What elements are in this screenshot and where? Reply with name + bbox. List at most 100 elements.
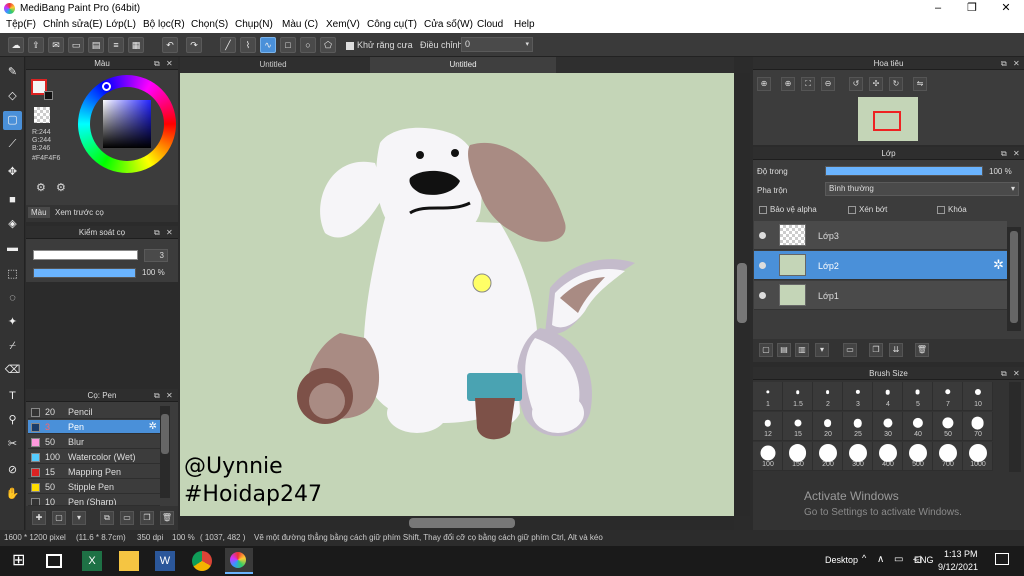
chevron-up-icon[interactable]: ^ <box>862 553 866 563</box>
canvas-vertical-scrollbar[interactable] <box>734 73 750 516</box>
menu-edit[interactable]: Chỉnh sửa(E) <box>43 19 103 30</box>
duplicate-layer-icon[interactable]: ❐ <box>869 343 883 357</box>
menu-layer[interactable]: Lớp(L) <box>106 19 136 30</box>
brush-size-option[interactable]: 1 <box>753 382 783 411</box>
brush-size-scrollbar[interactable] <box>1009 382 1021 472</box>
visibility-icon[interactable] <box>759 292 766 299</box>
cloud-icon[interactable]: ☁ <box>8 37 24 53</box>
drawing-canvas[interactable]: @Uynnie #Hoidap247 <box>180 73 734 516</box>
list-icon[interactable]: ≡ <box>108 37 124 53</box>
close-icon[interactable]: ✕ <box>1013 57 1020 70</box>
ellipse-tool-icon[interactable]: ○ <box>300 37 316 53</box>
hand-tool-icon[interactable]: ✋ <box>3 485 22 504</box>
brush-item[interactable]: 50 Blur <box>28 435 160 449</box>
brush-size-option[interactable]: 25 <box>843 412 873 441</box>
fit-screen-icon[interactable]: ✣ <box>869 77 883 91</box>
gradient-tool-icon[interactable]: ▬ <box>3 239 22 258</box>
brush-size-option[interactable]: 10 <box>963 382 993 411</box>
file-explorer-icon[interactable] <box>119 551 139 571</box>
menu-cloud[interactable]: Cloud <box>477 19 503 30</box>
lock-checkbox[interactable] <box>937 205 945 214</box>
undock-icon[interactable]: ⧉ <box>1001 57 1007 70</box>
brush-size-option[interactable]: 3 <box>843 382 873 411</box>
hue-wheel[interactable] <box>78 75 176 173</box>
redo-icon[interactable]: ↷ <box>186 37 202 53</box>
undock-icon[interactable]: ⧉ <box>154 226 160 239</box>
new-layer-icon[interactable]: ▢ <box>759 343 773 357</box>
brush-size-option[interactable]: 20 <box>813 412 843 441</box>
transparent-swatch[interactable] <box>34 107 50 123</box>
menu-file[interactable]: Tệp(F) <box>6 19 36 30</box>
canvas-horizontal-scrollbar[interactable] <box>180 516 734 530</box>
eraser-tool-icon[interactable]: ◇ <box>3 87 22 106</box>
undock-icon[interactable]: ⧉ <box>1001 367 1007 380</box>
task-view-icon[interactable] <box>46 554 62 568</box>
chat-icon[interactable]: ▭ <box>68 37 84 53</box>
lasso-tool-icon[interactable]: ◌ <box>3 289 22 308</box>
brush-item-selected[interactable]: 3 Pen ✲ <box>28 420 160 434</box>
polyline-tool-icon[interactable]: ⌇ <box>240 37 256 53</box>
zoom-minus-icon[interactable]: ⊖ <box>821 77 835 91</box>
brush-size-input[interactable]: 3 <box>144 249 168 262</box>
rotate-left-icon[interactable]: ↺ <box>849 77 863 91</box>
brush-size-option[interactable]: 7 <box>933 382 963 411</box>
brush-size-option[interactable]: 150 <box>783 442 813 471</box>
layer-row-2[interactable]: Lớp2 ✲ <box>754 251 1007 280</box>
brush-size-option[interactable]: 50 <box>933 412 963 441</box>
magic-wand-tool-icon[interactable]: ✦ <box>3 313 22 332</box>
antialias-checkbox[interactable] <box>346 41 354 50</box>
maximize-button[interactable]: ❐ <box>955 0 989 17</box>
menu-select[interactable]: Chọn(S) <box>191 19 228 30</box>
color-settings-icon[interactable]: ⚙ <box>56 181 66 194</box>
tab-untitled-1[interactable]: Untitled <box>180 57 366 73</box>
delete-icon[interactable]: 🗑 <box>160 511 174 525</box>
select-pen-tool-icon[interactable]: ⌿ <box>3 337 22 356</box>
select-rect-tool-icon[interactable]: ⬚ <box>3 265 22 284</box>
menu-help[interactable]: Help <box>514 19 535 30</box>
brush-size-option[interactable]: 15 <box>783 412 813 441</box>
line-tool-icon[interactable]: ╱ <box>220 37 236 53</box>
curve-tool-icon[interactable]: ∿ <box>260 37 276 53</box>
brush-size-option[interactable]: 700 <box>933 442 963 471</box>
blend-mode-dropdown[interactable]: Bình thường ▾ <box>825 182 1019 196</box>
adjust-dropdown[interactable]: 0 ▾ <box>461 37 533 52</box>
add-brush-icon[interactable]: ✚ <box>32 511 46 525</box>
zoom-out-icon[interactable]: ⊕ <box>781 77 795 91</box>
brush-size-option[interactable]: 1.5 <box>783 382 813 411</box>
copy-brush-icon[interactable]: ⧉ <box>100 511 114 525</box>
show-hidden-icons-icon[interactable]: ∧ <box>877 554 884 565</box>
brush-size-option[interactable]: 400 <box>873 442 903 471</box>
desktop-toolbar-label[interactable]: Desktop <box>825 555 858 565</box>
brush-size-option[interactable]: 2 <box>813 382 843 411</box>
brush-item[interactable]: 15 Mapping Pen <box>28 465 160 479</box>
tab-brush-preview[interactable]: Xem trước cọ <box>52 207 107 218</box>
new-layer-1bit-icon[interactable]: ▥ <box>795 343 809 357</box>
brush-opacity-slider[interactable] <box>33 268 136 278</box>
hue-marker[interactable] <box>102 82 111 91</box>
flip-icon[interactable]: ⇋ <box>913 77 927 91</box>
brush-menu-icon[interactable]: ▾ <box>72 511 86 525</box>
clipping-option[interactable]: Xén bớt <box>848 205 887 214</box>
brush-size-option[interactable]: 4 <box>873 382 903 411</box>
antialias-option[interactable]: Khử răng cưa <box>346 40 413 50</box>
brush-size-option[interactable]: 1000 <box>963 442 993 471</box>
close-icon[interactable]: ✕ <box>166 226 173 239</box>
brush-tool-icon[interactable]: ✎ <box>3 63 22 82</box>
duplicate-icon[interactable]: ❐ <box>140 511 154 525</box>
layer-opacity-slider[interactable] <box>825 166 983 176</box>
rotate-right-icon[interactable]: ↻ <box>889 77 903 91</box>
shape-tool-icon[interactable]: ▢ <box>3 111 22 130</box>
operation-tool-icon[interactable]: ⚲ <box>3 411 22 430</box>
new-brush-icon[interactable]: ▢ <box>52 511 66 525</box>
bucket-tool-icon[interactable]: ◈ <box>3 215 22 234</box>
add-layer-menu-icon[interactable]: ▾ <box>815 343 829 357</box>
clipping-checkbox[interactable] <box>848 205 856 214</box>
layer-row-1[interactable]: Lớp1 <box>754 281 1007 310</box>
medibang-taskbar-button[interactable] <box>225 548 253 574</box>
gear-icon[interactable]: ✲ <box>149 421 157 432</box>
fill-rect-tool-icon[interactable]: ■ <box>3 191 22 210</box>
zoom-in-icon[interactable]: ⊕ <box>757 77 771 91</box>
close-icon[interactable]: ✕ <box>166 389 173 402</box>
protect-alpha-option[interactable]: Bảo vệ alpha <box>759 205 817 214</box>
undock-icon[interactable]: ⧉ <box>154 389 160 402</box>
